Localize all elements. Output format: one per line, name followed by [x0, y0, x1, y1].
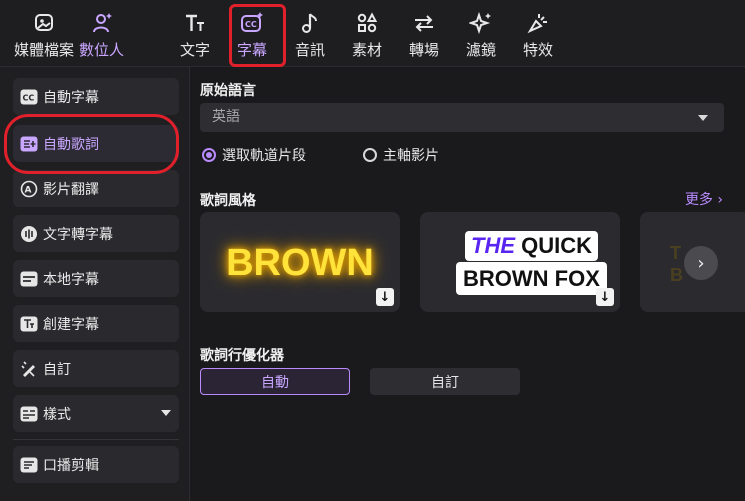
- optimizer-title: 歌詞行優化器: [200, 348, 284, 364]
- tab-label: 數位人: [79, 41, 125, 59]
- create-subtitle-icon: [19, 314, 39, 334]
- sidebar-item-label: 創建字幕: [43, 316, 99, 333]
- more-label: 更多: [684, 192, 713, 208]
- sidebar-item-label: 本地字幕: [43, 271, 99, 288]
- language-select-value: 英語: [212, 109, 240, 125]
- radio-label: 選取軌道片段: [222, 148, 306, 164]
- tab-label: 文字: [180, 41, 211, 59]
- language-select[interactable]: 英語: [200, 103, 724, 132]
- filter-icon: [468, 10, 494, 36]
- style-preview-text: BROWN: [226, 242, 374, 284]
- tab-avatar[interactable]: 數位人: [79, 10, 124, 64]
- style-preview-text: THE QUICK: [465, 231, 599, 261]
- svg-text:A: A: [25, 185, 32, 195]
- sidebar-item-label: 樣式: [43, 406, 71, 423]
- sidebar-item-local-subtitle[interactable]: 本地字幕: [13, 260, 179, 297]
- lyric-style-title: 歌詞風格: [200, 193, 256, 209]
- optimizer-custom-button[interactable]: 自訂: [370, 368, 520, 395]
- local-subtitle-icon: [19, 269, 39, 289]
- download-icon[interactable]: ↓: [376, 288, 394, 306]
- sidebar-item-custom[interactable]: 自訂: [13, 350, 179, 387]
- avatar-icon: [89, 10, 115, 36]
- tab-transition[interactable]: 轉場: [409, 10, 439, 64]
- tab-effects[interactable]: 特效: [523, 10, 553, 64]
- transition-icon: [411, 10, 437, 36]
- sidebar-item-label: 自訂: [43, 361, 71, 378]
- media-icon: [31, 10, 57, 36]
- sidebar-item-label: 文字轉字幕: [43, 226, 113, 243]
- translate-icon: A: [19, 179, 39, 199]
- highlight-annotation: [4, 114, 179, 174]
- chevron-right-icon[interactable]: ›: [684, 246, 718, 280]
- tab-label: 音訊: [295, 41, 326, 59]
- tab-label: 特效: [523, 41, 554, 59]
- lyric-style-card[interactable]: BROWN ↓: [200, 212, 400, 312]
- tab-label: 濾鏡: [466, 41, 497, 59]
- original-language-title: 原始語言: [200, 83, 256, 99]
- style-preview-text: BROWN FOX: [456, 262, 607, 295]
- sidebar-item-label: 自動字幕: [43, 89, 99, 106]
- tab-label: 媒體檔案: [14, 41, 75, 59]
- sidebar-item-speech-edit[interactable]: 口播剪輯: [13, 446, 179, 483]
- radio-selected-clip[interactable]: 選取軌道片段: [202, 145, 306, 165]
- sidebar-item-style[interactable]: 樣式: [13, 395, 179, 432]
- sidebar-item-create-subtitle[interactable]: 創建字幕: [13, 305, 179, 342]
- effects-icon: [525, 10, 551, 36]
- sidebar-item-label: 影片翻譯: [43, 181, 99, 198]
- sidebar-item-video-translate[interactable]: A 影片翻譯: [13, 170, 179, 207]
- cc-icon: CC: [19, 87, 39, 107]
- sidebar-item-auto-caption[interactable]: CC 自動字幕: [13, 78, 179, 115]
- radio-dot: [202, 148, 216, 162]
- download-icon[interactable]: ↓: [596, 288, 614, 306]
- speech-edit-icon: [19, 455, 39, 475]
- auto-lyrics-panel: 原始語言 英語 選取軌道片段 主軸影片 歌詞風格 更多 › BROWN ↓ TH…: [190, 67, 745, 501]
- tab-label: 轉場: [409, 41, 440, 59]
- custom-icon: [19, 359, 39, 379]
- tab-audio[interactable]: 音訊: [295, 10, 325, 64]
- highlight-annotation: [229, 4, 286, 67]
- optimizer-auto-button[interactable]: 自動: [200, 368, 350, 395]
- chevron-down-icon[interactable]: [161, 410, 171, 416]
- tab-text[interactable]: 文字: [180, 10, 210, 64]
- style-preview-text: T B: [670, 243, 683, 285]
- chevron-right-icon: ›: [717, 192, 723, 208]
- tab-filter[interactable]: 濾鏡: [466, 10, 496, 64]
- chevron-down-icon: [698, 115, 708, 121]
- style-icon: [19, 404, 39, 424]
- sidebar-item-label: 口播剪輯: [43, 457, 99, 474]
- tab-elements[interactable]: 素材: [352, 10, 382, 64]
- text-icon: [182, 10, 208, 36]
- lyric-style-card[interactable]: THE QUICK BROWN FOX ↓: [420, 212, 620, 312]
- divider: [13, 439, 179, 440]
- svg-text:CC: CC: [23, 93, 35, 102]
- top-toolbar: 媒體檔案 數位人 文字 CC 字幕 音訊 素材 轉場 濾鏡 特效: [0, 0, 745, 67]
- text-to-speech-icon: [19, 224, 39, 244]
- tab-media[interactable]: 媒體檔案: [14, 10, 74, 64]
- music-note-icon: [297, 10, 323, 36]
- more-link[interactable]: 更多 ›: [685, 189, 723, 209]
- tab-label: 素材: [352, 41, 383, 59]
- radio-main-video[interactable]: 主軸影片: [363, 145, 439, 165]
- sidebar-item-text-to-subtitle[interactable]: 文字轉字幕: [13, 215, 179, 252]
- radio-label: 主軸影片: [383, 148, 439, 164]
- elements-icon: [354, 10, 380, 36]
- radio-dot: [363, 148, 377, 162]
